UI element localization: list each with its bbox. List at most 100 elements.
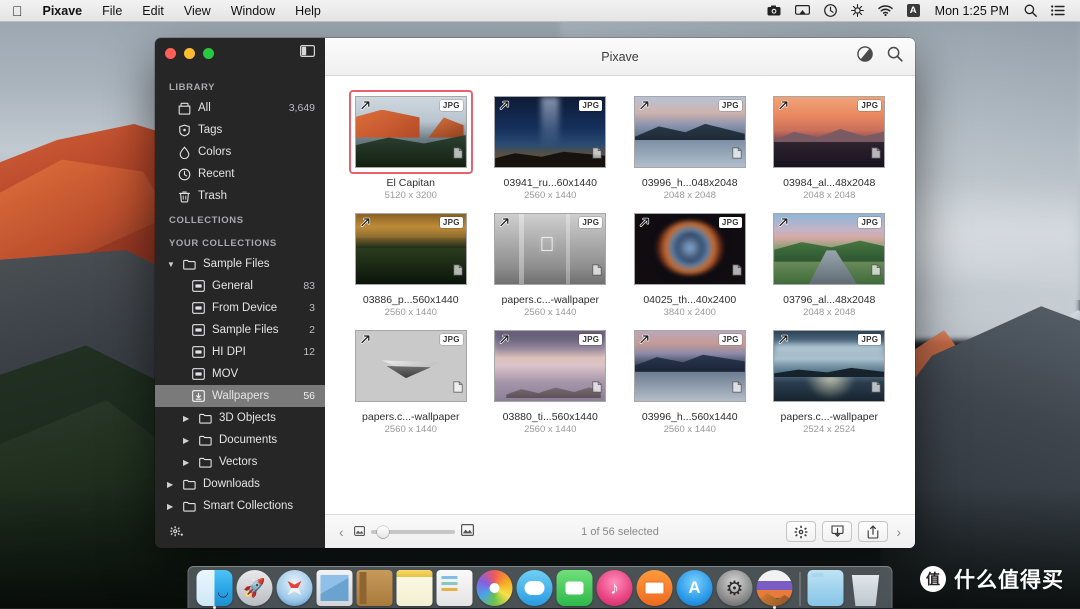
dock-item-photos[interactable] — [477, 570, 513, 606]
sidebar-item-sample-files-root[interactable]: ▼ Sample Files — [155, 253, 325, 275]
grid-item[interactable]: JPG 03941_ru...60x1440 2560 x 1440 — [485, 90, 617, 201]
menu-item-edit[interactable]: Edit — [132, 0, 174, 22]
thumbnail[interactable]: JPG — [494, 96, 606, 168]
share-button[interactable] — [858, 521, 888, 542]
thumbnail[interactable]: JPG — [773, 213, 885, 285]
sidebar-item-smart-collections[interactable]: ▶ Smart Collections — [155, 495, 325, 517]
dock-item-finder[interactable] — [197, 570, 233, 606]
thumbnail-container[interactable]: JPG — [349, 324, 473, 408]
thumbnail-container[interactable]: JPG — [349, 90, 473, 174]
grid-item[interactable]: JPG 03984_al...48x2048 2048 x 2048 — [764, 90, 896, 201]
large-thumbnail-icon[interactable] — [461, 523, 474, 541]
grid-item[interactable]: JPG 04025_th...40x2400 3840 x 2400 — [624, 207, 756, 318]
input-source-indicator[interactable]: A — [900, 4, 927, 17]
chevron-right-icon[interactable]: ▶ — [183, 436, 191, 445]
thumbnail[interactable]: JPG — [355, 330, 467, 402]
sidebar-item-recent[interactable]: Recent — [155, 163, 325, 185]
dock-item-messages[interactable] — [517, 570, 553, 606]
thumbnail-container[interactable]:  JPG — [488, 207, 612, 291]
sidebar-item-mov[interactable]: MOV — [155, 363, 325, 385]
chevron-right-icon[interactable]: › — [894, 524, 903, 540]
thumbnail-container[interactable]: JPG — [628, 90, 752, 174]
dock-item-itunes[interactable] — [597, 570, 633, 606]
dock-item-launchpad[interactable] — [237, 570, 273, 606]
sidebar-item-downloads[interactable]: ▶ Downloads — [155, 473, 325, 495]
dock-item-safari[interactable] — [277, 570, 313, 606]
dock-item-app-store[interactable] — [677, 570, 713, 606]
sidebar-item-documents[interactable]: ▶ Documents — [155, 429, 325, 451]
thumbnail[interactable]: JPG — [634, 330, 746, 402]
thumbnail-container[interactable]: JPG — [628, 207, 752, 291]
grid-item[interactable]: JPG El Capitan 5120 x 3200 — [345, 90, 477, 201]
wifi-icon[interactable] — [871, 5, 900, 16]
thumbnail-container[interactable]: JPG — [488, 324, 612, 408]
sidebar-item-from-device[interactable]: From Device 3 — [155, 297, 325, 319]
grid-item[interactable]: JPG 03880_ti...560x1440 2560 x 1440 — [485, 324, 617, 435]
zoom-button[interactable] — [203, 48, 214, 59]
chevron-right-icon[interactable]: ▶ — [167, 502, 175, 511]
sidebar-item-colors[interactable]: Colors — [155, 141, 325, 163]
bluetooth-icon[interactable] — [844, 4, 871, 17]
dock-item-trash[interactable] — [848, 570, 884, 606]
sidebar-scroll-area[interactable]: LIBRARY All 3,649 Tags Colors — [155, 68, 325, 520]
open-arrow-icon[interactable] — [638, 216, 651, 234]
thumbnail[interactable]: JPG — [634, 213, 746, 285]
dock-item-ibooks[interactable] — [637, 570, 673, 606]
search-icon[interactable] — [1017, 4, 1044, 17]
gear-dropdown-icon[interactable] — [169, 525, 185, 543]
sidebar-item-wallpapers[interactable]: Wallpapers 56 — [155, 385, 325, 407]
thumbnail-container[interactable]: JPG — [767, 90, 891, 174]
minimize-button[interactable] — [184, 48, 195, 59]
camera-icon[interactable] — [760, 5, 788, 16]
open-arrow-icon[interactable] — [638, 333, 651, 351]
thumbnail-container[interactable]: JPG — [767, 207, 891, 291]
grid-item[interactable]: JPG papers.c...-wallpaper 2524 x 2524 — [764, 324, 896, 435]
open-arrow-icon[interactable] — [498, 216, 511, 234]
sidebar-item-general[interactable]: General 83 — [155, 275, 325, 297]
open-arrow-icon[interactable] — [359, 216, 372, 234]
chevron-left-icon[interactable]: ‹ — [337, 524, 346, 540]
sidebar-item-3d-objects[interactable]: ▶ 3D Objects — [155, 407, 325, 429]
dock-item-pixave[interactable] — [757, 570, 793, 606]
menu-item-window[interactable]: Window — [221, 0, 285, 22]
menu-item-file[interactable]: File — [92, 0, 132, 22]
slider-track[interactable] — [371, 530, 455, 534]
thumbnail[interactable]: JPG — [773, 96, 885, 168]
sidebar-item-sample-files[interactable]: Sample Files 2 — [155, 319, 325, 341]
dock-item-notes[interactable] — [397, 570, 433, 606]
thumbnail[interactable]: JPG — [355, 213, 467, 285]
grid-item[interactable]: JPG papers.c...-wallpaper 2560 x 1440 — [345, 324, 477, 435]
gear-button[interactable] — [786, 521, 816, 542]
chevron-right-icon[interactable]: ▶ — [183, 458, 191, 467]
thumbnail-container[interactable]: JPG — [628, 324, 752, 408]
open-arrow-icon[interactable] — [498, 333, 511, 351]
time-machine-icon[interactable] — [817, 4, 844, 17]
small-thumbnail-icon[interactable] — [354, 523, 365, 541]
thumbnail-container[interactable]: JPG — [767, 324, 891, 408]
thumbnail-container[interactable]: JPG — [349, 207, 473, 291]
search-icon[interactable] — [887, 46, 903, 67]
open-arrow-icon[interactable] — [498, 99, 511, 117]
sidebar-item-tags[interactable]: Tags — [155, 119, 325, 141]
menu-item-help[interactable]: Help — [285, 0, 331, 22]
airplay-icon[interactable] — [788, 5, 817, 17]
menu-item-pixave[interactable]: Pixave — [33, 0, 93, 22]
sidebar-toggle-icon[interactable] — [300, 44, 315, 62]
thumbnail[interactable]: JPG — [494, 330, 606, 402]
sidebar-item-all[interactable]: All 3,649 — [155, 97, 325, 119]
dock-item-mail[interactable] — [317, 570, 353, 606]
slider-knob[interactable] — [377, 526, 389, 538]
open-arrow-icon[interactable] — [359, 99, 372, 117]
menu-bar-clock[interactable]: Mon 1:25 PM — [927, 4, 1017, 18]
thumbnail[interactable]: JPG — [634, 96, 746, 168]
menu-item-view[interactable]: View — [174, 0, 221, 22]
thumbnail[interactable]: JPG — [355, 96, 467, 168]
grid-item[interactable]: JPG 03996_h...048x2048 2048 x 2048 — [624, 90, 756, 201]
chevron-down-icon[interactable]: ▼ — [167, 260, 175, 269]
grid-item[interactable]: JPG 03796_al...48x2048 2048 x 2048 — [764, 207, 896, 318]
dock-item-facetime[interactable] — [557, 570, 593, 606]
apple-logo-icon[interactable]:  — [8, 0, 33, 22]
dock-item-reminders[interactable] — [437, 570, 473, 606]
dock-item-downloads-folder[interactable] — [808, 570, 844, 606]
thumbnail-container[interactable]: JPG — [488, 90, 612, 174]
